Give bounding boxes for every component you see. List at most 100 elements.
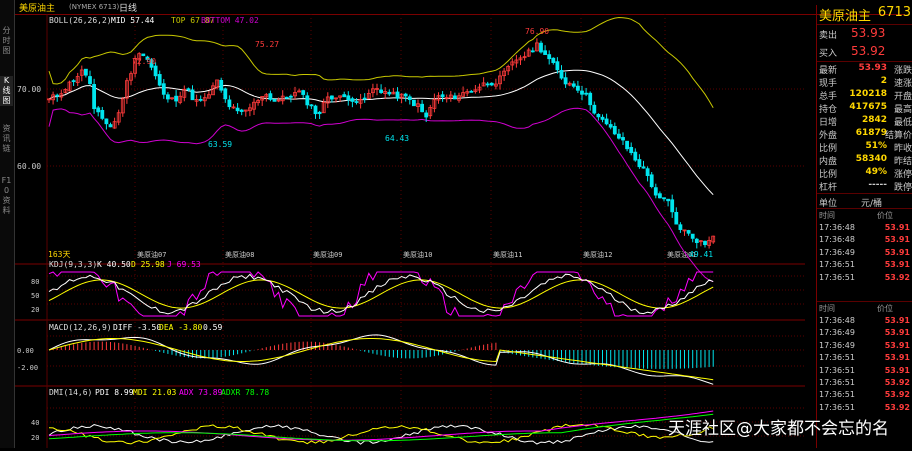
tick-price: 53.91 [884, 353, 910, 363]
candle-body [104, 118, 109, 125]
stat-label: 杠杆 [819, 183, 838, 193]
dmi-label: DMI(14,6) [49, 388, 92, 397]
candle-body [694, 238, 699, 243]
candle-body [690, 233, 695, 239]
boll-mid-value: MID 57.44 [111, 16, 155, 25]
quote-code: 6713 [877, 5, 911, 20]
stat-row: 比例 51% 昨收 [817, 140, 912, 154]
buy-price: 53.92 [851, 44, 886, 58]
candle-body [641, 166, 646, 169]
tick-price: 53.91 [884, 365, 910, 375]
macd-value: 0.59 [203, 323, 222, 332]
candle-body [633, 151, 638, 161]
kdj-axis-label: 20 [31, 306, 39, 314]
candle-body [658, 193, 662, 199]
candle-body [411, 99, 416, 107]
tick-row: 17:36:49 53.91 [817, 328, 912, 340]
candle-body [662, 197, 666, 200]
quote-panel: 美原油主 6713 卖出 53.93 买入 53.92 最新 53.93 涨跌 现手 2… [816, 5, 912, 448]
sidebar-tab-1[interactable]: K线图 [0, 76, 13, 106]
candle-body [625, 140, 629, 150]
candle-body [407, 96, 412, 100]
candle-body [617, 133, 621, 139]
sidebar-tab-0[interactable]: 分时图 [0, 26, 13, 56]
kdj-axis-label: 50 [31, 292, 39, 300]
stat-value: 49% [865, 167, 887, 177]
candle-body [580, 90, 584, 95]
tick-price: 53.92 [884, 378, 910, 387]
tick-time: 17:36:49 [819, 328, 855, 338]
tick-time: 17:36:48 [819, 316, 855, 325]
month-label: 美原油09 [313, 250, 342, 259]
tick-time: 17:36:51 [819, 365, 855, 375]
candle-body [305, 95, 310, 106]
candle-body [424, 112, 429, 118]
stats-table: 最新 53.93 涨跌 现手 2 速涨 总手 120218 开盘 持仓 417675 最高 日增 2842… [817, 62, 912, 194]
candle-body [621, 137, 625, 141]
kdj-d-value: D 25.98 [131, 260, 165, 269]
sidebar-tab-2[interactable]: 资讯链 [0, 124, 13, 154]
candle-body [678, 224, 683, 230]
macd-axis-label: -2.00 [17, 364, 38, 372]
candle-body [703, 240, 707, 246]
candle-body [551, 57, 556, 63]
stat-row: 持仓 417675 最高 [817, 101, 912, 115]
stat-value: ----- [868, 180, 887, 190]
candle-body [485, 83, 490, 86]
candle-body [629, 146, 634, 154]
candle-body [301, 90, 306, 95]
dmi-axis-label: 20 [31, 434, 39, 442]
stat-value: 2 [880, 76, 887, 86]
tick-row: 17:36:51 53.92 [817, 390, 912, 402]
candle-body [329, 95, 334, 100]
tick-header-time: 时间 [819, 304, 835, 313]
boll-bottom-value: BOTTOM 47.02 [201, 16, 259, 25]
candle-body [346, 95, 351, 101]
date-count: 163天 [48, 250, 70, 259]
candlestick-chart[interactable]: 70.00 60.00 80 50 20 0.00 -2.00 40 20 BOLL(26,26,… [15, 14, 815, 448]
macd-dea-line [48, 338, 714, 381]
tick-price: 53.92 [884, 272, 910, 282]
candle-body [584, 92, 588, 95]
candle-body [71, 80, 76, 83]
candle-body [342, 94, 347, 98]
candle-body [108, 124, 113, 128]
tick-list-a[interactable]: 时间 价位 17:36:48 53.91 17:36:48 53.91 17:36:49 53… [817, 208, 912, 299]
candle-body [674, 211, 679, 225]
tick-row: 17:36:48 53.91 [817, 235, 912, 247]
tick-price: 53.91 [884, 235, 910, 245]
period-selector[interactable]: 日线 [119, 1, 137, 14]
tick-price: 53.91 [884, 316, 910, 325]
tick-time: 17:36:48 [819, 223, 855, 232]
candle-body [588, 92, 593, 106]
macd-diff-value: DIFF -3.50 [113, 323, 161, 332]
tick-time: 17:36:51 [819, 402, 855, 412]
candle-body [235, 107, 240, 112]
candle-body [354, 101, 359, 103]
candle-body [576, 85, 580, 91]
tick-time: 17:36:51 [819, 353, 855, 363]
candle-body [350, 98, 355, 102]
stat-row: 日增 2842 最低 [817, 114, 912, 128]
sidebar-tab-3[interactable]: F10资料 [0, 176, 13, 216]
candle-body [543, 50, 547, 55]
candle-body [547, 54, 552, 60]
buy-row: 买入 53.92 [817, 43, 912, 61]
tick-row: 17:36:51 53.91 [817, 353, 912, 365]
candle-body [92, 84, 96, 110]
boll-label: BOLL(26,26,2) [49, 16, 112, 25]
stat-value: 2842 [861, 115, 887, 125]
stat-value: 417675 [849, 102, 887, 112]
chart-area[interactable]: 70.00 60.00 80 50 20 0.00 -2.00 40 20 BOLL(26,26,… [15, 14, 815, 448]
candle-body [157, 74, 162, 86]
candle-body [161, 83, 166, 95]
tick-time: 17:36:49 [819, 340, 855, 350]
stat-row: 比例 49% 涨停 [817, 166, 912, 180]
left-tab-sidebar: 分时图 K线图资讯链 F10资料 [0, 0, 15, 448]
candle-body [637, 159, 642, 168]
candle-body [452, 95, 457, 100]
stat-row: 内盘 58340 昨结 [817, 153, 912, 167]
candle-body [186, 88, 191, 91]
high-label-2: 75.27 [255, 40, 279, 49]
tick-price: 53.91 [884, 340, 910, 350]
